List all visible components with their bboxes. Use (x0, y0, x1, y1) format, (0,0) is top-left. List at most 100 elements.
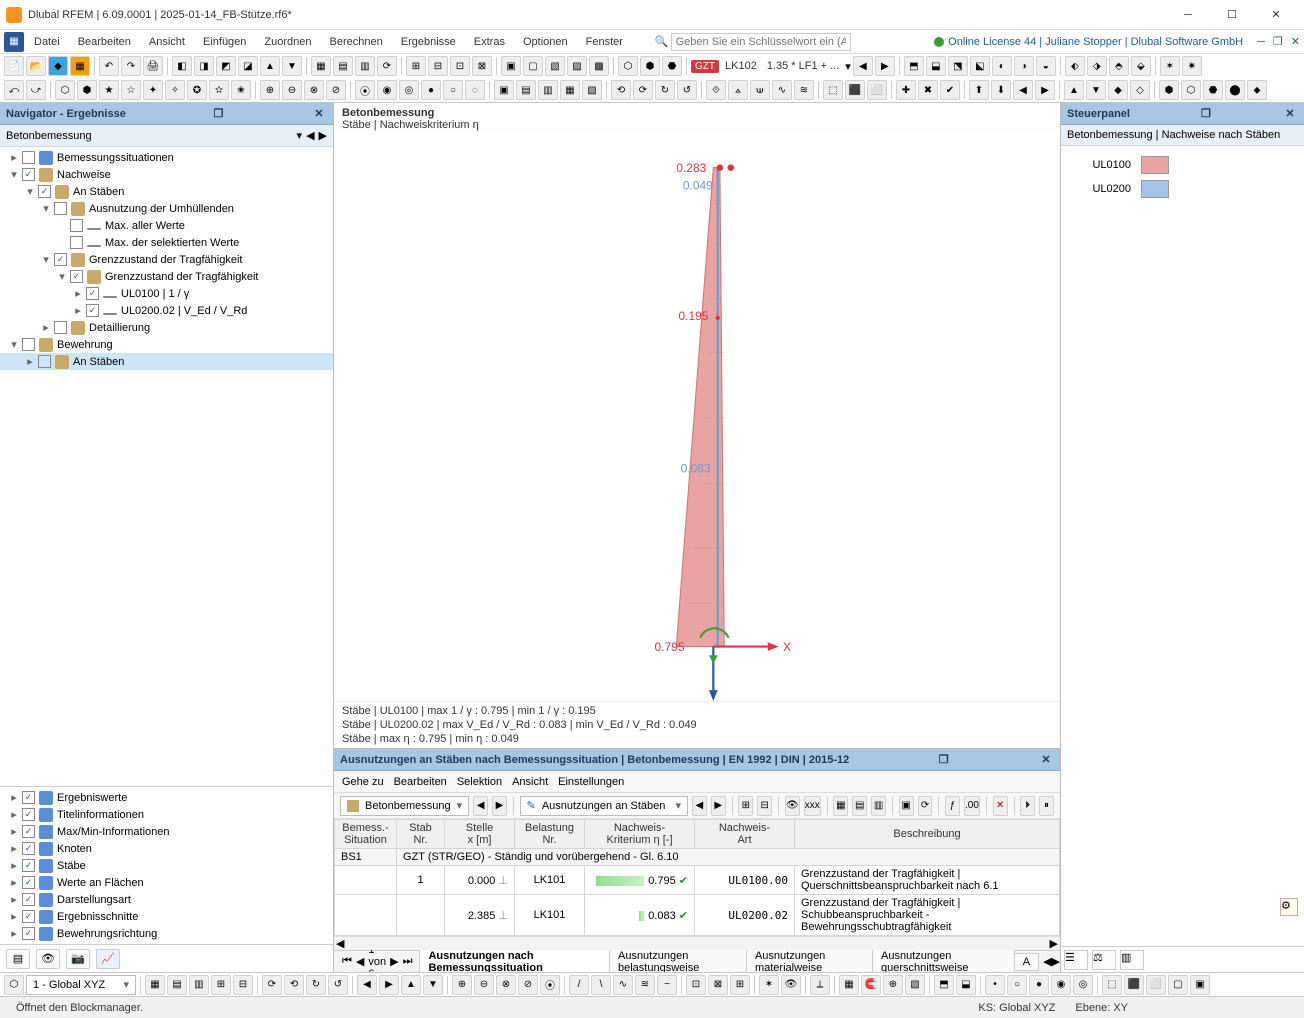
menu-ansicht[interactable]: Ansicht (141, 34, 193, 50)
tb-btn[interactable]: ⊕ (883, 975, 903, 995)
tb-btn[interactable]: ⟳ (377, 56, 397, 76)
col-header[interactable]: Beschreibung (795, 820, 1060, 849)
tree-checkbox[interactable] (86, 304, 99, 317)
tb-btn[interactable]: ⬔ (948, 56, 968, 76)
panel-undock-icon[interactable]: ❐ (1198, 107, 1214, 120)
table-row[interactable]: 10.000 ⊥LK1010.795 ✔UL0100.00Grenzzustan… (335, 866, 1060, 895)
tree-item[interactable]: ▾Bewehrung (0, 336, 333, 353)
menu-fenster[interactable]: Fenster (578, 34, 631, 50)
tb-btn[interactable]: ▶ (379, 975, 399, 995)
option-item[interactable]: ▸Knoten (0, 840, 333, 857)
option-item[interactable]: ▸Bewehrungsrichtung (0, 925, 333, 942)
tb-btn[interactable]: ⟑ (728, 80, 748, 100)
tb-btn[interactable]: ✧ (165, 80, 185, 100)
tb-btn[interactable]: 👁 (781, 975, 801, 995)
tb-btn[interactable]: ⬒ (904, 56, 924, 76)
tree-item[interactable]: Max. der selektierten Werte (0, 234, 333, 251)
tb-btn[interactable]: ⊠ (708, 975, 728, 995)
tb-btn[interactable]: ▼ (423, 975, 443, 995)
tb-btn[interactable]: 👁 (785, 796, 800, 816)
tb-btn[interactable]: ◨ (194, 56, 214, 76)
option-checkbox[interactable] (22, 808, 35, 821)
tb-btn[interactable]: 🧲 (861, 975, 881, 995)
tb-btn[interactable]: ⬙ (1131, 56, 1151, 76)
col-header[interactable]: Nachweis- Kriterium η [-] (585, 820, 695, 849)
tb-btn[interactable]: ▦ (311, 56, 331, 76)
tb-btn[interactable]: \ (591, 975, 611, 995)
tree-item[interactable]: ▾Grenzzustand der Tragfähigkeit (0, 268, 333, 285)
tree-item[interactable]: Max. aller Werte (0, 217, 333, 234)
expand-icon[interactable]: ▸ (8, 808, 20, 821)
panel-undock-icon[interactable]: ❐ (936, 753, 952, 766)
tb-btn[interactable]: ⟲ (284, 975, 304, 995)
tabs-scroll-left-icon[interactable]: ◀ (1043, 955, 1051, 968)
tb-btn[interactable]: ⬡ (55, 80, 75, 100)
tb-btn[interactable]: ⟲ (611, 80, 631, 100)
menu-bearbeiten[interactable]: Bearbeiten (70, 34, 139, 50)
tree-item[interactable]: ▸Detaillierung (0, 319, 333, 336)
tb-btn[interactable]: ⬢ (640, 56, 660, 76)
panel-close-icon[interactable]: ✕ (311, 107, 327, 120)
tb-btn[interactable]: ⬘ (1109, 56, 1129, 76)
navigator-tree[interactable]: ▸Bemessungssituationen▾Nachweise▾An Stäb… (0, 147, 333, 786)
tree-checkbox[interactable] (70, 219, 83, 232)
expand-icon[interactable]: ▸ (8, 151, 20, 164)
tb-btn[interactable]: ⊘ (518, 975, 538, 995)
tb-btn[interactable]: xxx (804, 796, 821, 816)
tb-btn[interactable]: ⏵ (1020, 796, 1035, 816)
tb-btn[interactable]: ⏸ (1039, 796, 1054, 816)
tb-btn[interactable]: ⊘ (326, 80, 346, 100)
mdi-restore-icon[interactable]: ❐ (1273, 35, 1283, 48)
tree-item[interactable]: ▸Bemessungssituationen (0, 149, 333, 166)
col-header[interactable]: Bemess.- Situation (335, 820, 397, 849)
tb-btn[interactable]: / (569, 975, 589, 995)
tb-btn[interactable]: ⊡ (686, 975, 706, 995)
results-menu-bearbeiten[interactable]: Bearbeiten (394, 776, 447, 788)
tb-btn[interactable]: ⬡ (618, 56, 638, 76)
tb-btn[interactable]: ○ (1007, 975, 1027, 995)
tb-btn[interactable]: ⦿ (355, 80, 375, 100)
tb-btn[interactable]: ⬢ (1159, 80, 1179, 100)
tb-btn[interactable]: ⊟ (757, 796, 772, 816)
results-menu-selektion[interactable]: Selektion (457, 776, 502, 788)
tb-btn[interactable]: ↺ (677, 80, 697, 100)
tb-btn[interactable]: ⬗ (1087, 56, 1107, 76)
col-header[interactable]: Nachweis- Art (695, 820, 795, 849)
tb-btn[interactable]: ▲ (401, 975, 421, 995)
menu-optionen[interactable]: Optionen (515, 34, 576, 50)
panel-undock-icon[interactable]: ❐ (210, 107, 226, 120)
tb-btn[interactable]: ⬚ (823, 80, 843, 100)
legend-balance-icon[interactable]: ⚖ (1092, 950, 1116, 970)
tb-btn[interactable]: ▦ (145, 975, 165, 995)
tb-btn[interactable]: ◑ (1014, 56, 1034, 76)
app-menu-icon[interactable]: ▦ (4, 32, 24, 52)
expand-icon[interactable]: ▸ (8, 859, 20, 872)
nav-next-icon[interactable]: ▶ (875, 56, 895, 76)
tree-checkbox[interactable] (70, 270, 83, 283)
new-file-icon[interactable]: 📄 (4, 56, 24, 76)
menu-berechnen[interactable]: Berechnen (322, 34, 391, 50)
tb-btn[interactable]: ⊖ (282, 80, 302, 100)
tb-btn[interactable]: ▧ (545, 56, 565, 76)
tb-btn[interactable]: ◀ (357, 975, 377, 995)
nav-prev-icon[interactable]: ◀ (853, 56, 873, 76)
tb-btn[interactable]: ▦ (839, 975, 859, 995)
tb-btn[interactable]: ▶ (1035, 80, 1055, 100)
option-checkbox[interactable] (22, 859, 35, 872)
first-icon[interactable]: ⏮ (342, 955, 352, 968)
tb-btn[interactable]: ◪ (238, 56, 258, 76)
tb-btn[interactable]: ⬥ (1247, 80, 1267, 100)
block-manager-icon[interactable]: ▦ (70, 56, 90, 76)
tree-checkbox[interactable] (22, 168, 35, 181)
option-item[interactable]: ▸Darstellungsart (0, 891, 333, 908)
minimize-button[interactable]: ─ (1166, 1, 1210, 29)
tab-materialweise[interactable]: Ausnutzungen materialweise (746, 947, 873, 973)
tb-btn[interactable]: ⦿ (540, 975, 560, 995)
expand-icon[interactable]: ▾ (24, 185, 36, 198)
tb-btn[interactable]: ▧ (905, 975, 925, 995)
tb-btn[interactable]: ƒ (945, 796, 960, 816)
loadcase-label[interactable]: LK102 (721, 60, 761, 72)
tb-btn[interactable]: ⬒ (934, 975, 954, 995)
tb-btn[interactable]: ⊕ (260, 80, 280, 100)
tree-item[interactable]: ▾Ausnutzung der Umhüllenden (0, 200, 333, 217)
